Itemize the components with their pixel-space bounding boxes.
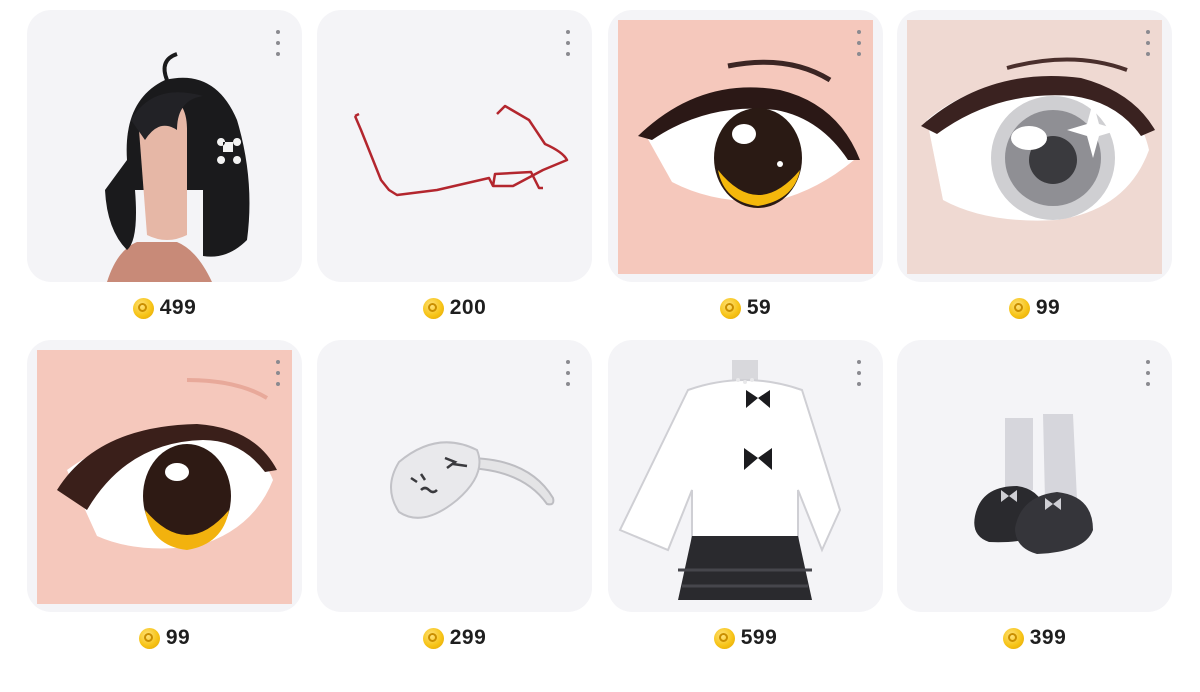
more-vertical-icon[interactable] — [268, 358, 288, 388]
more-vertical-icon[interactable] — [849, 358, 869, 388]
coin-icon — [713, 627, 735, 649]
more-vertical-icon[interactable] — [558, 28, 578, 58]
hair-black-bob-icon — [105, 52, 250, 282]
coin-icon — [138, 627, 160, 649]
cat-headband-icon — [390, 441, 555, 519]
price-tag: 200 — [317, 292, 592, 324]
price-value: 99 — [1035, 296, 1061, 319]
price-value: 99 — [165, 626, 191, 649]
brown-eye-icon — [37, 350, 292, 604]
catalog-item[interactable]: 299 — [317, 340, 592, 660]
catalog-item[interactable]: 59 — [608, 10, 883, 330]
price-value: 599 — [740, 626, 778, 649]
coin-icon — [422, 297, 444, 319]
price-tag: 59 — [608, 292, 883, 324]
coin-icon — [1002, 627, 1024, 649]
coin-icon — [422, 627, 444, 649]
more-vertical-icon[interactable] — [1138, 358, 1158, 388]
more-vertical-icon[interactable] — [1138, 28, 1158, 58]
price-tag: 599 — [608, 622, 883, 654]
price-value: 299 — [449, 626, 487, 649]
price-tag: 299 — [317, 622, 592, 654]
price-value: 200 — [449, 296, 487, 319]
price-value: 399 — [1029, 626, 1067, 649]
price-tag: 399 — [897, 622, 1172, 654]
item-card[interactable] — [317, 10, 592, 282]
item-card[interactable] — [608, 340, 883, 612]
catalog-item[interactable]: 99 — [897, 10, 1172, 330]
red-glasses-icon — [353, 104, 569, 197]
item-card[interactable] — [608, 10, 883, 282]
catalog-item[interactable]: 399 — [897, 340, 1172, 660]
item-card[interactable] — [897, 10, 1172, 282]
item-card[interactable] — [27, 10, 302, 282]
price-tag: 99 — [27, 622, 302, 654]
sweater-outfit-icon — [618, 360, 842, 600]
price-value: 59 — [746, 296, 772, 319]
catalog-item[interactable]: 499 — [27, 10, 302, 330]
catalog-item[interactable]: 99 — [27, 340, 302, 660]
coin-icon — [132, 297, 154, 319]
catalog-item[interactable]: 200 — [317, 10, 592, 330]
catalog-item[interactable]: 599 — [608, 340, 883, 660]
price-tag: 99 — [897, 292, 1172, 324]
more-vertical-icon[interactable] — [849, 28, 869, 58]
catalog-grid: 499 200 59 99 99 299 599 399 — [0, 0, 1200, 692]
grey-sparkle-eye-icon — [907, 20, 1162, 274]
coin-icon — [719, 297, 741, 319]
slippers-socks-icon — [974, 414, 1093, 554]
price-value: 499 — [159, 296, 197, 319]
amber-eye-icon — [618, 20, 873, 274]
item-card[interactable] — [897, 340, 1172, 612]
more-vertical-icon[interactable] — [268, 28, 288, 58]
coin-icon — [1008, 297, 1030, 319]
item-card[interactable] — [317, 340, 592, 612]
item-card[interactable] — [27, 340, 302, 612]
more-vertical-icon[interactable] — [558, 358, 578, 388]
price-tag: 499 — [27, 292, 302, 324]
